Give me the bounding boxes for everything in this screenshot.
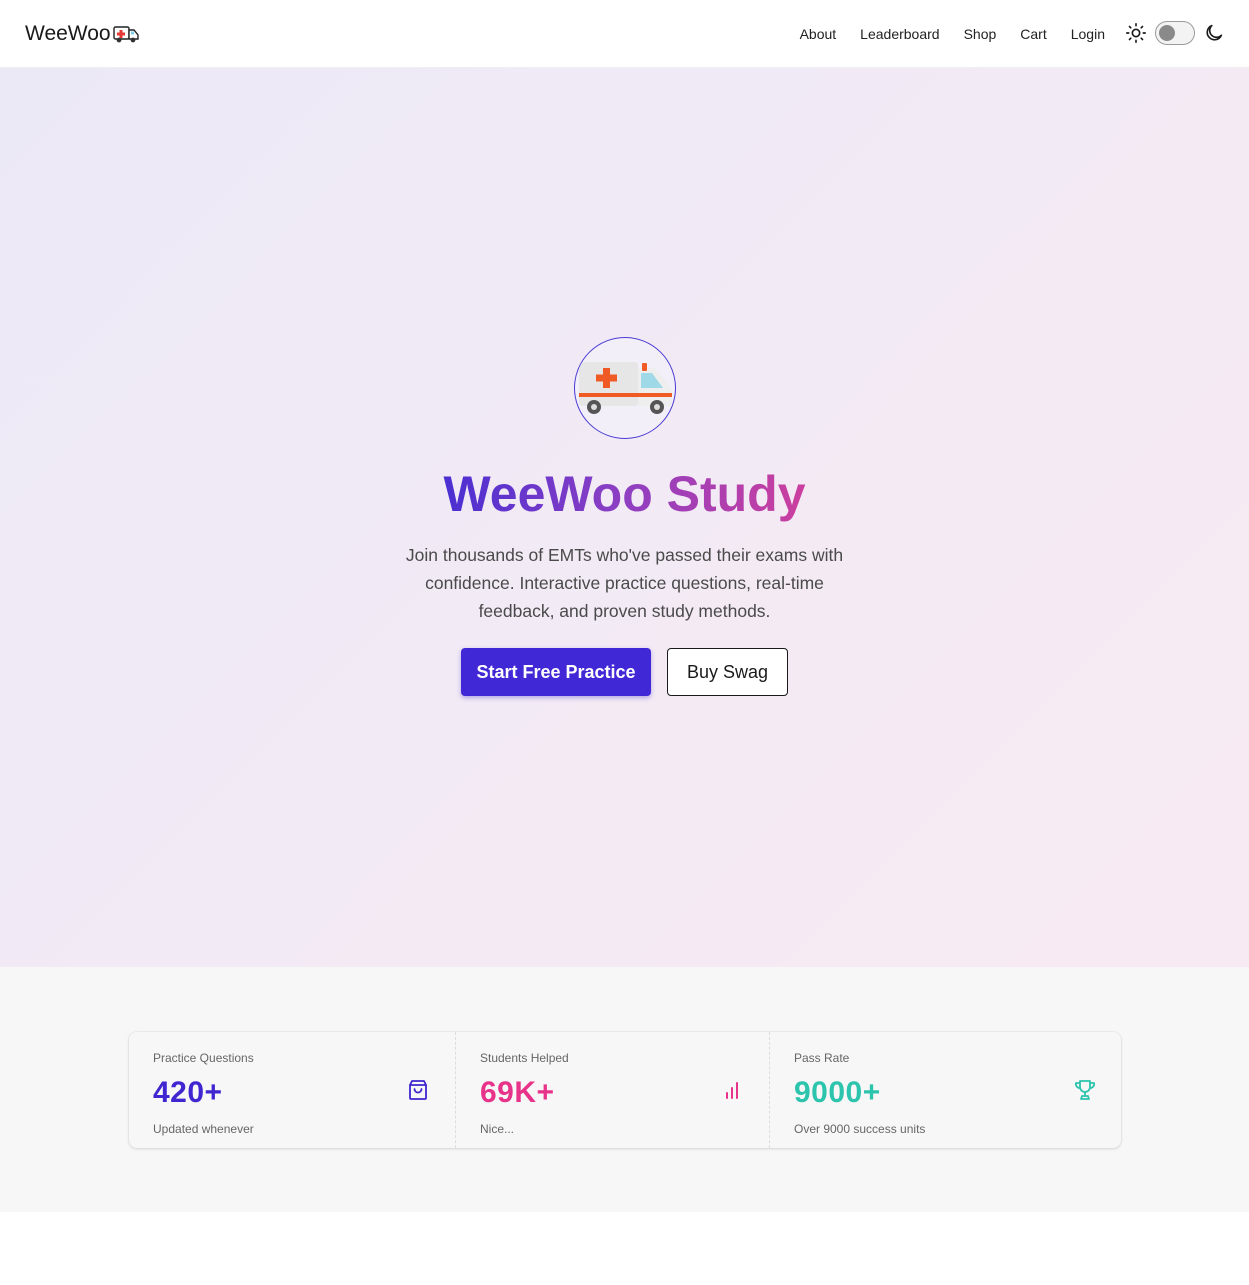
brand-name: WeeWoo [25,22,111,45]
hero-title-text: WeeWoo Study [443,466,806,522]
stat-label: Students Helped [480,1051,569,1065]
start-free-practice-button[interactable]: Start Free Practice [461,648,651,696]
stat-practice-questions: Practice Questions 420+ Updated whenever [129,1032,455,1148]
stats-section: Practice Questions 420+ Updated whenever… [0,967,1249,1212]
stat-description: Over 9000 success units [794,1122,926,1136]
nav-link-login[interactable]: Login [1071,26,1105,42]
stat-label: Pass Rate [794,1051,850,1065]
hero-section: WeeWoo Study Join thousands of EMTs who'… [0,68,1249,967]
theme-switcher [1125,21,1225,45]
stat-value: 9000+ [794,1076,881,1109]
sun-icon [1126,23,1146,43]
stat-students-helped: Students Helped 69K+ Nice... [455,1032,769,1148]
ambulance-icon [579,362,672,414]
shopping-bag-icon [409,1080,427,1100]
trophy-icon [1075,1080,1095,1100]
stat-description: Updated whenever [153,1122,254,1136]
buy-swag-button[interactable]: Buy Swag [667,648,788,696]
navbar: WeeWoo About Leaderboard Shop Cart Login [0,0,1249,68]
bar-chart-icon [726,1082,738,1099]
nav-menu: About Leaderboard Shop Cart Login [800,0,1105,68]
brand-logo[interactable]: WeeWoo [25,22,139,46]
nav-link-cart[interactable]: Cart [1020,26,1046,42]
nav-link-leaderboard[interactable]: Leaderboard [860,26,939,42]
stats-card: Practice Questions 420+ Updated whenever… [129,1032,1121,1148]
hero-title: WeeWoo Study [0,466,1249,522]
nav-link-about[interactable]: About [800,26,837,42]
bottom-section [0,1212,1249,1285]
ambulance-icon [112,26,139,43]
stat-description: Nice... [480,1122,515,1136]
stat-label: Practice Questions [153,1051,254,1065]
theme-toggle[interactable] [1155,21,1195,45]
hero-description: Join thousands of EMTs who've passed the… [405,545,844,621]
moon-icon [1206,24,1223,41]
toggle-knob [1159,25,1175,41]
nav-link-shop[interactable]: Shop [964,26,997,42]
hero-logo [574,337,676,439]
stat-pass-rate: Pass Rate 9000+ Over 9000 success units [769,1032,1121,1148]
